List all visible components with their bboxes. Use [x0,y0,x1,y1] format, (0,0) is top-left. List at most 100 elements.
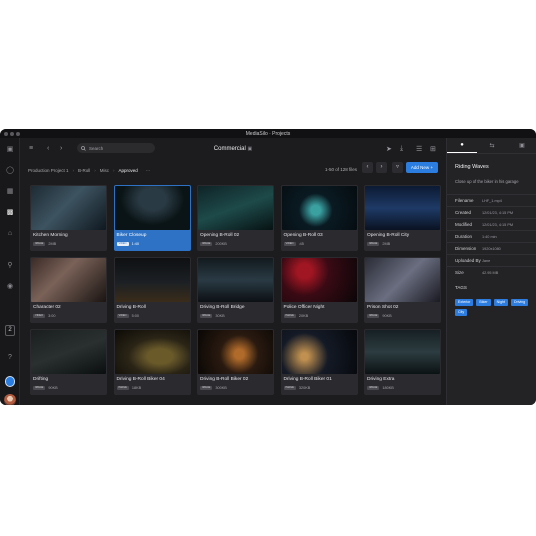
asset-description: Close up of the biker in his garage [455,179,519,184]
breadcrumb-sep: › [72,167,75,173]
tab-adjust[interactable]: ⇆ [477,138,507,153]
asset-meta: IMAGE 200KB [200,242,227,246]
tag-chip[interactable]: Exterior [455,299,474,306]
asset-type-badge: IMAGE [367,386,380,390]
asset-card[interactable]: Drifting IMAGE 90KB [30,329,107,395]
page-title-text: Commercial [213,146,246,152]
zoom-dot[interactable] [16,132,20,136]
avatar[interactable] [4,394,16,405]
asset-card[interactable]: Opening B-Roll City IMAGE 2MB [364,185,441,251]
asset-meta-value: 5:00 [131,314,139,318]
send-icon[interactable]: ➤ [386,145,392,153]
asset-thumbnail[interactable] [198,258,273,302]
toggle-icon[interactable] [5,376,15,387]
asset-card[interactable]: Driving B-Roll Biker 04 IMAGE 18KB [113,329,191,395]
asset-type-badge: IMAGE [367,242,380,246]
asset-card[interactable]: Driving B-Roll Biker 02 IMAGE 300KB [197,329,274,395]
asset-name: Driving B-Roll Biker 01 [283,377,332,382]
page-title: Commercial ▣ [20,146,446,152]
help-icon[interactable]: ? [6,354,14,361]
add-new-label: Add New [410,165,430,170]
inbox-icon[interactable]: ▣ [6,146,14,153]
add-new-button[interactable]: Add New + [406,162,438,173]
asset-card[interactable]: Kitchen Morning IMAGE 2MB [30,185,107,251]
asset-meta-value: 20KB [298,314,309,318]
tags-header: TAGS [455,285,467,290]
asset-thumbnail[interactable] [281,186,357,230]
asset-thumbnail[interactable] [198,330,273,374]
settings-icon[interactable]: ⊞ [430,145,436,153]
close-dot[interactable] [4,132,8,136]
asset-meta-value: 180KB [382,386,394,390]
asset-meta: VIDEO 1:40 [116,242,139,246]
asset-card[interactable]: Biker Closeup VIDEO 1:40 [113,185,191,251]
asset-card[interactable]: Driving B-Roll VIDEO 5:00 [113,257,191,323]
asset-card[interactable]: Opening B-Roll 02 IMAGE 200KB [197,185,274,251]
metadata-row: Created 12/01/23, 4:15 PM [447,206,536,218]
asset-thumbnail[interactable] [31,258,106,302]
asset-card[interactable]: Driving Extra IMAGE 180KB [364,329,441,395]
window-controls[interactable] [4,132,20,136]
asset-meta: IMAGE 300KB [200,386,227,390]
breadcrumb-item[interactable]: B-Roll [78,168,90,173]
filter-icon[interactable]: ▿ [392,162,403,173]
breadcrumb-item[interactable]: Misc [100,168,109,173]
asset-card[interactable]: Driving B-Roll Bridge IMAGE 30KB [197,257,274,323]
activity-icon[interactable]: ◯ [6,167,14,174]
metadata-key: Filename [455,198,474,203]
nav-rail: ▣ ◯ ▦ ▩ ⌂ ⚲ ◉ 2 ? [0,138,20,405]
location-icon[interactable]: ◉ [6,283,14,290]
tag-chip[interactable]: Driving [510,299,529,306]
tag-chip[interactable]: Night [493,299,508,306]
asset-type-badge: IMAGE [33,242,46,246]
more-icon[interactable]: ··· [146,168,151,173]
asset-thumbnail[interactable] [281,330,357,374]
search-rail-icon[interactable]: ⚲ [6,262,14,269]
metadata-key: Modified [455,222,473,227]
download-icon[interactable]: ⤓ [400,145,403,153]
asset-type-badge: IMAGE [200,386,213,390]
asset-meta: IMAGE 20KB [283,314,309,318]
asset-card[interactable]: Police Officer Night IMAGE 20KB [280,257,358,323]
asset-thumbnail[interactable] [365,258,440,302]
asset-thumbnail[interactable] [114,186,190,230]
tag-chip[interactable]: City [455,309,468,316]
asset-meta: IMAGE 180KB [367,386,394,390]
asset-thumbnail[interactable] [281,258,357,302]
tab-info[interactable]: ● [447,138,477,153]
asset-title: Riding Waves [455,164,489,170]
tab-comments[interactable]: ▣ [507,138,536,153]
next-page-button[interactable]: › [376,162,387,173]
home-icon[interactable]: ⌂ [6,230,14,237]
projects-icon[interactable]: ▩ [6,209,14,216]
asset-card[interactable]: Character 02 VIDEO 3:00 [30,257,107,323]
tag-chip[interactable]: Biker [476,299,491,306]
asset-thumbnail[interactable] [31,186,106,230]
breadcrumb-item[interactable]: Production Project 1 [28,168,69,173]
metadata-key: Dimension [455,246,477,251]
asset-meta-value: 90KB [382,314,392,318]
asset-thumbnail[interactable] [114,330,190,374]
asset-card[interactable]: Opening B-Roll 03 VIDEO:45 [280,185,358,251]
asset-thumbnail[interactable] [365,330,440,374]
list-view-icon[interactable]: ☰ [416,145,422,153]
prev-page-button[interactable]: ‹ [362,162,373,173]
minimize-dot[interactable] [10,132,14,136]
asset-type-badge: VIDEO [33,314,46,318]
asset-name: Driving B-Roll Biker 02 [200,377,249,382]
asset-thumbnail[interactable] [365,186,440,230]
breadcrumb-current[interactable]: Approved [119,168,138,173]
asset-thumbnail[interactable] [114,258,190,302]
asset-meta-value: 3:00 [48,314,56,318]
asset-card[interactable]: Driving B-Roll Biker 01 IMAGE 320KB [280,329,358,395]
asset-meta: VIDEO 3:00 [33,314,55,318]
info-icon[interactable]: ▣ [247,146,252,152]
files-icon[interactable]: ▦ [6,188,14,195]
asset-thumbnail[interactable] [198,186,273,230]
metadata-key: Uploaded By [455,258,481,263]
asset-type-badge: IMAGE [200,242,213,246]
asset-thumbnail[interactable] [31,330,106,374]
metadata-value: 1920x1080 [482,246,501,251]
asset-card[interactable]: Prison Shot 02 IMAGE 90KB [364,257,441,323]
workspace-badge[interactable]: 2 [5,325,15,336]
